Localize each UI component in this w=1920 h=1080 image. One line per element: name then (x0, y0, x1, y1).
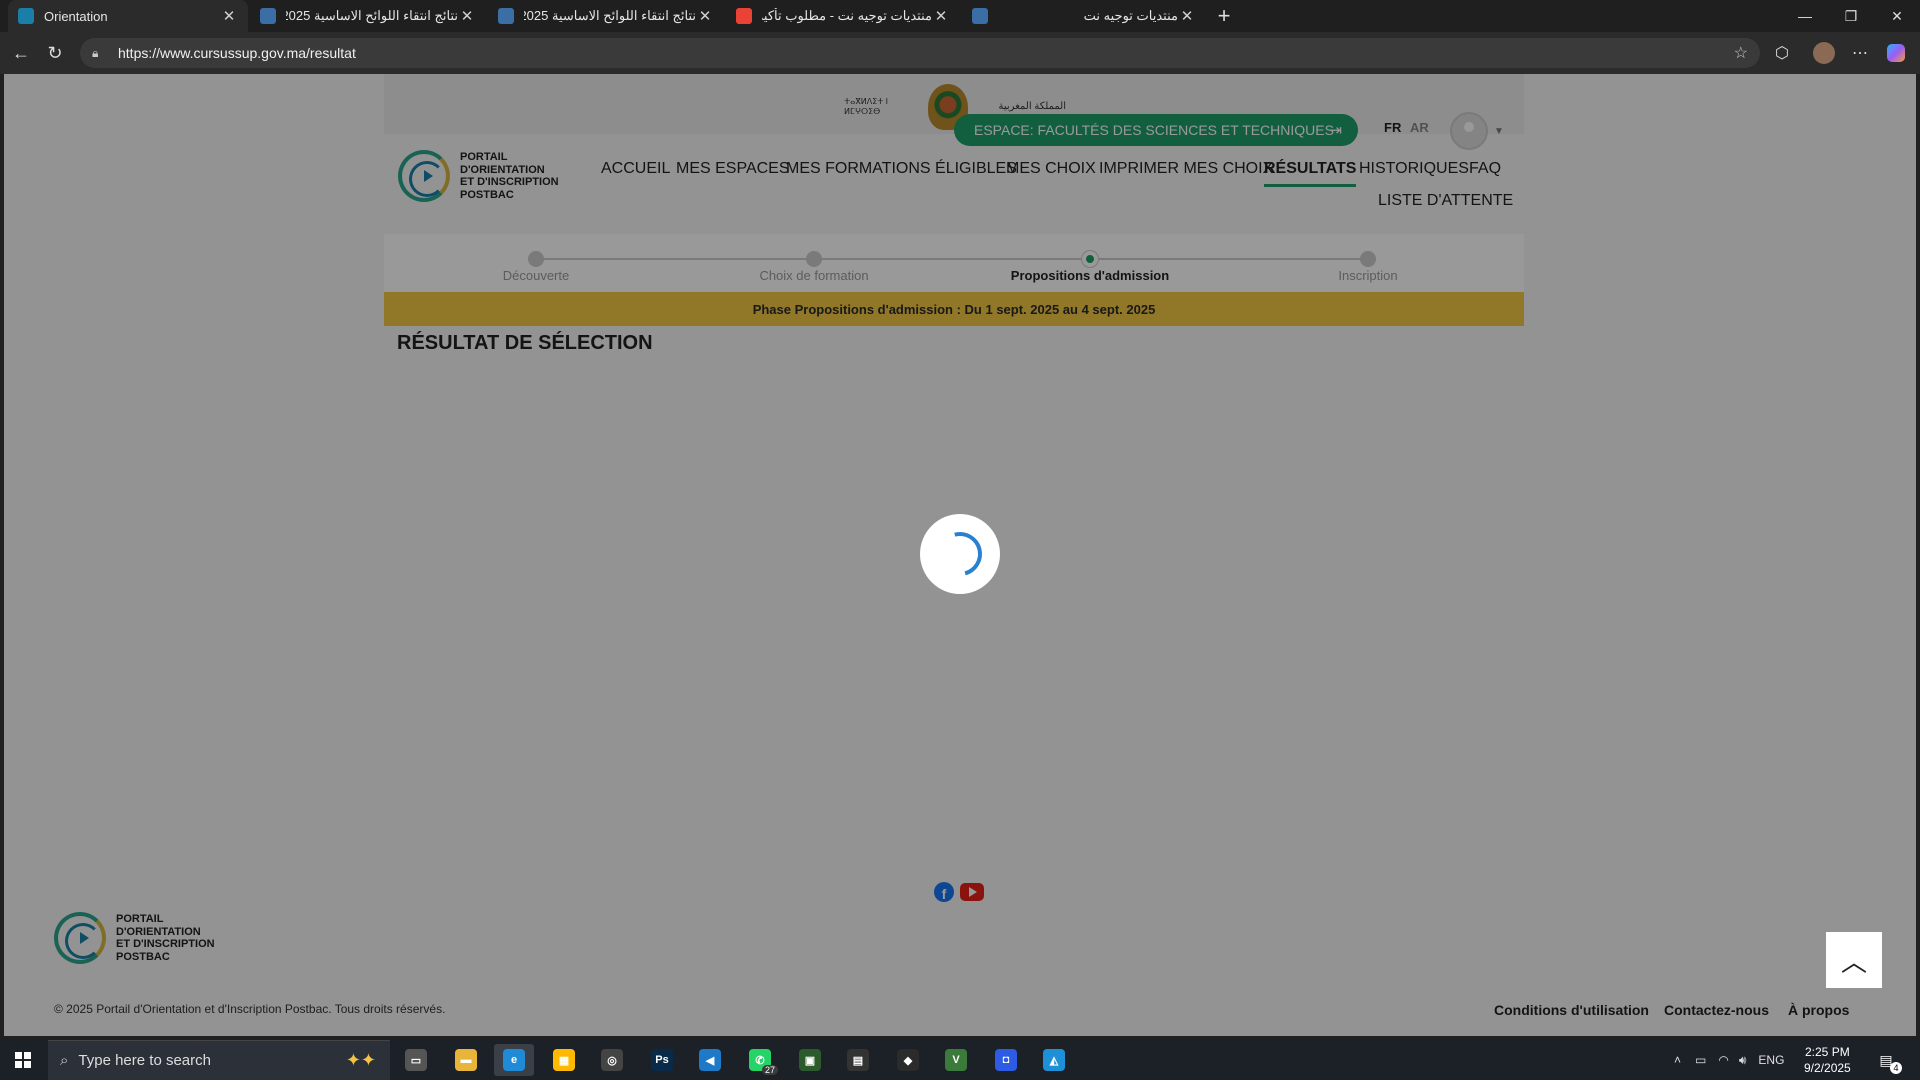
new-tab-button[interactable]: + (1208, 0, 1240, 32)
close-window-icon[interactable]: ✕ (1874, 0, 1920, 32)
battery-icon[interactable]: ▭ (1695, 1053, 1706, 1067)
minimize-icon[interactable]: — (1782, 0, 1828, 32)
browser-tab[interactable]: Orientation ✕ (8, 0, 248, 32)
browser-tab[interactable]: منتديات توجيه نت - مطلوب تأكيد ال✕ (726, 0, 960, 32)
more-options-icon[interactable]: ⋯ (1848, 41, 1872, 65)
tab-favicon-icon (498, 8, 514, 24)
app-photos-icon: ◭ (1043, 1049, 1065, 1071)
taskbar-app-app-blue[interactable]: ◘ (986, 1044, 1026, 1076)
search-icon: ⌕ (60, 1052, 69, 1069)
wifi-icon[interactable]: ◠ (1718, 1053, 1728, 1067)
browser-tab[interactable]: منتديات توجيه نت ✕ (962, 0, 1206, 32)
tab-favicon-icon (972, 8, 988, 24)
start-button[interactable] (0, 1040, 46, 1080)
taskbar-app-vscode[interactable]: ◀ (690, 1044, 730, 1076)
spinner-icon (929, 523, 991, 585)
app-dark-icon: ▤ (847, 1049, 869, 1071)
taskbar-app-photoshop[interactable]: Ps (642, 1044, 682, 1076)
tab-title: نتائج انتقاء اللوائح الاساسية 2025 D\ (524, 8, 696, 23)
window-controls: — ❐ ✕ (1782, 0, 1920, 32)
tab-title: منتديات توجيه نت - مطلوب تأكيد ال (762, 8, 932, 23)
photoshop-icon: Ps (651, 1049, 673, 1071)
input-language[interactable]: ENG (1758, 1053, 1784, 1067)
windows-logo-icon (15, 1052, 31, 1068)
tab-close-icon[interactable]: ✕ (696, 7, 714, 25)
chevron-up-icon[interactable]: ˄ (1674, 1053, 1681, 1067)
loading-spinner (920, 514, 1000, 594)
taskbar-app-store[interactable]: ▦ (544, 1044, 584, 1076)
address-bar: ← ↻ 🔒︎ https://www.cursussup.gov.ma/resu… (0, 32, 1920, 74)
store-icon: ▦ (553, 1049, 575, 1071)
url-text: https://www.cursussup.gov.ma/resultat (118, 45, 356, 61)
edge-icon: e (503, 1049, 525, 1071)
url-field[interactable]: 🔒︎ https://www.cursussup.gov.ma/resultat… (80, 38, 1760, 68)
scroll-to-top-button[interactable]: ︿ (1826, 932, 1882, 988)
taskbar-app-task-view[interactable]: ▭ (396, 1044, 436, 1076)
extensions-icon[interactable]: ⬡ (1770, 41, 1794, 65)
taskbar-app-edge[interactable]: e (494, 1044, 534, 1076)
taskbar-app-davinci[interactable]: ◆ (888, 1044, 928, 1076)
browser-tab-bar: Orientation ✕ نتائج انتقاء اللوائح الاساسي… (0, 0, 1920, 32)
davinci-icon: ◆ (897, 1049, 919, 1071)
windows-taskbar: ⌕ Type here to search ✦✦ ▭ ▬ e ▦ ◎ Ps ◀ ✆ 27 ▣ ▤ ◆ V… (0, 1040, 1920, 1080)
tab-favicon-icon (260, 8, 276, 24)
browser-tab[interactable]: نتائج انتقاء اللوائح الاساسية 2025 D\✕ (488, 0, 724, 32)
taskbar-search[interactable]: ⌕ Type here to search ✦✦ (48, 1040, 390, 1080)
tab-title: منتديات توجيه نت (1083, 8, 1178, 23)
tab-close-icon[interactable]: ✕ (458, 7, 476, 25)
file-explorer-icon: ▬ (455, 1049, 477, 1071)
tab-close-icon[interactable]: ✕ (932, 7, 950, 25)
copilot-icon[interactable] (1884, 41, 1908, 65)
tab-title: نتائج انتقاء اللوائح الاساسية 2025 D\ (286, 8, 458, 23)
app-badge: 27 (761, 1065, 778, 1075)
task-view-icon: ▭ (405, 1049, 427, 1071)
vscode-icon: ◀ (699, 1049, 721, 1071)
tab-close-icon[interactable]: ✕ (220, 7, 238, 25)
sparkle-icon: ✦✦ (345, 1050, 376, 1070)
notification-count: 4 (1890, 1062, 1902, 1074)
app-blue-icon: ◘ (995, 1049, 1017, 1071)
page-viewport: ⵜⴰⴳⵍⴷⵉⵜ ⵏ ⵍⵎⵖⵔⵉⴱ المملكة المغربية ESPACE… (4, 74, 1916, 1036)
clock-time: 2:25 PM (1805, 1045, 1850, 1059)
taskbar-app-app-circle[interactable]: V (936, 1044, 976, 1076)
taskbar-app-file-explorer[interactable]: ▬ (446, 1044, 486, 1076)
chevron-up-icon: ︿ (1840, 946, 1867, 977)
browser-tab[interactable]: نتائج انتقاء اللوائح الاساسية 2025 D\✕ (250, 0, 486, 32)
taskbar-app-app-photos[interactable]: ◭ (1034, 1044, 1074, 1076)
volume-icon[interactable]: 🔊︎ (1739, 1053, 1747, 1068)
restore-icon[interactable]: ❐ (1828, 0, 1874, 32)
taskbar-app-app-green[interactable]: ▣ (790, 1044, 830, 1076)
profile-avatar[interactable] (1812, 41, 1836, 65)
favorite-star-icon[interactable]: ☆ (1734, 43, 1748, 63)
tab-favicon-icon (736, 8, 752, 24)
tab-close-icon[interactable]: ✕ (1178, 7, 1196, 25)
back-icon[interactable]: ← (8, 40, 34, 66)
site-info-icon[interactable]: 🔒︎ (92, 46, 106, 61)
taskbar-app-chatgpt[interactable]: ◎ (592, 1044, 632, 1076)
clock[interactable]: 2:25 PM 9/2/2025 (1804, 1044, 1851, 1076)
search-placeholder: Type here to search (78, 1052, 211, 1069)
app-green-icon: ▣ (799, 1049, 821, 1071)
notification-icon[interactable]: ▤ 4 (1874, 1048, 1902, 1074)
taskbar-app-whatsapp[interactable]: ✆ 27 (740, 1044, 780, 1076)
app-circle-icon: V (945, 1049, 967, 1071)
refresh-icon[interactable]: ↻ (42, 40, 68, 66)
clock-date: 9/2/2025 (1804, 1061, 1851, 1075)
chatgpt-icon: ◎ (601, 1049, 623, 1071)
tab-favicon-icon (18, 8, 34, 24)
taskbar-app-app-dark[interactable]: ▤ (838, 1044, 878, 1076)
tab-title: Orientation (44, 8, 108, 24)
system-tray: ˄ ▭ ◠ 🔊︎ ENG (1674, 1040, 1784, 1080)
